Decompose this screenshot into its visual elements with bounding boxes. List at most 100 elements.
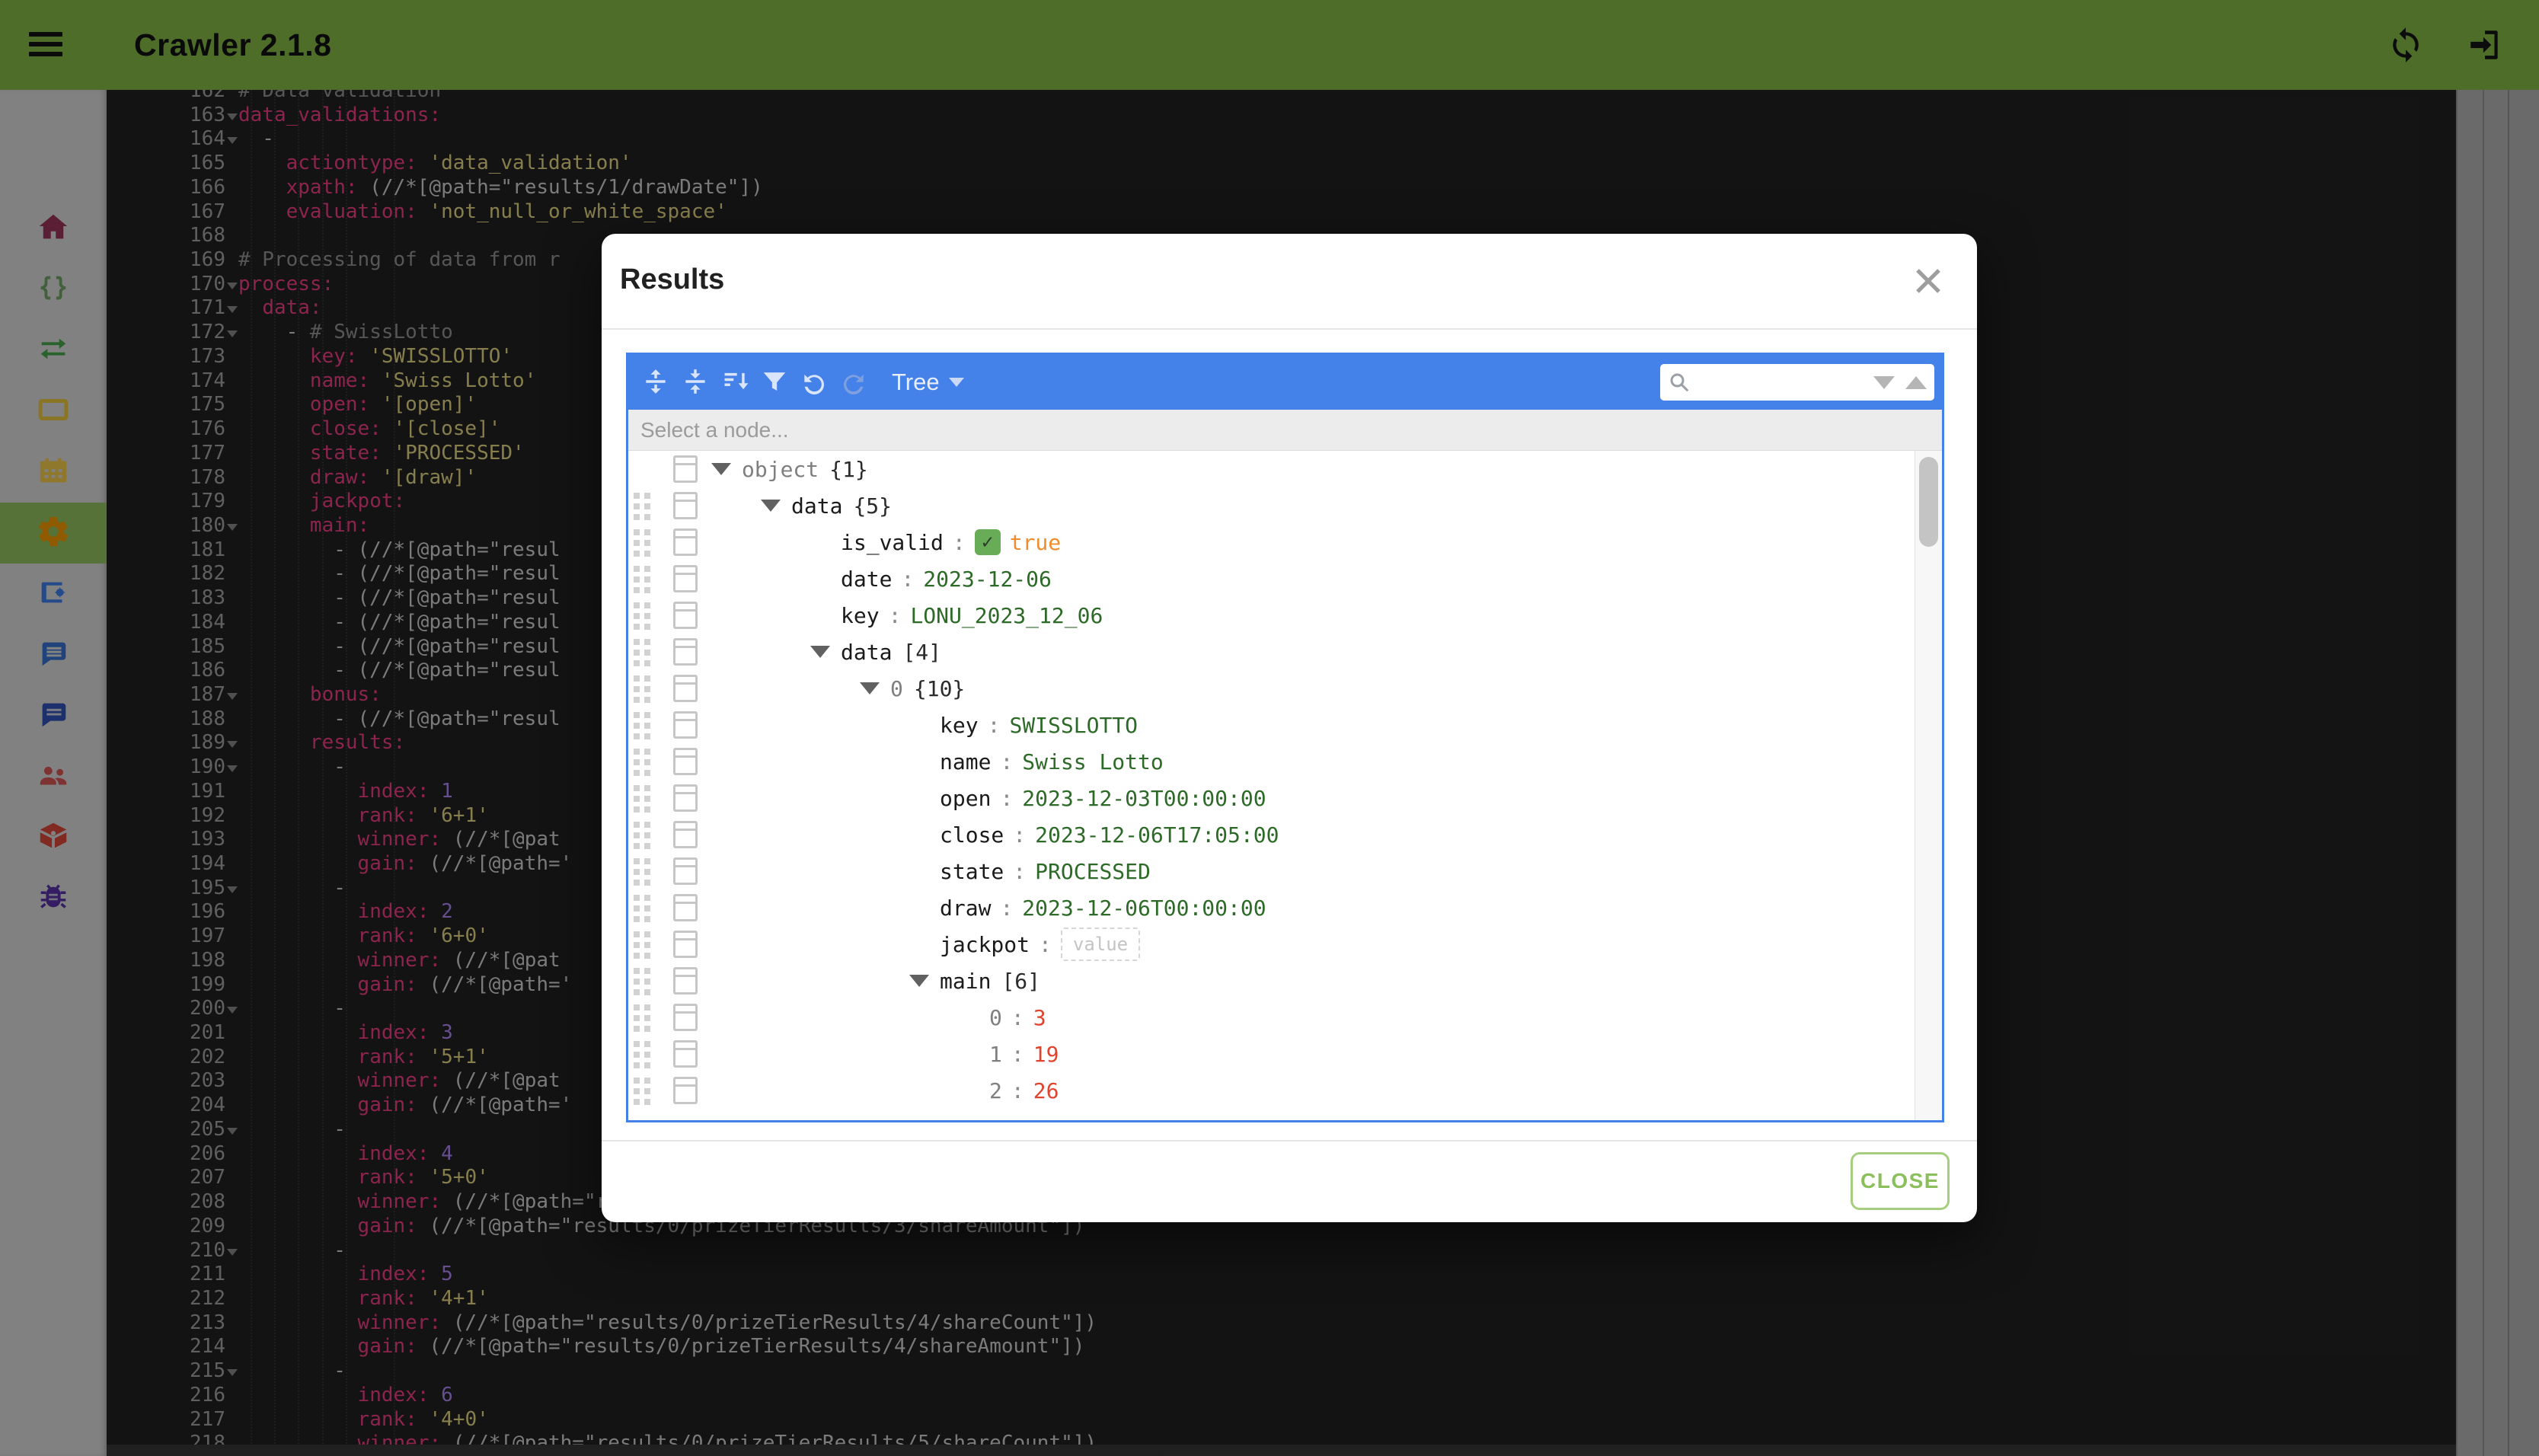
tree-value[interactable]: Swiss Lotto: [1022, 749, 1163, 774]
tree-mode-dropdown[interactable]: Tree: [892, 369, 964, 396]
tree-field[interactable]: main: [940, 969, 991, 994]
tree-scrollbar-thumb[interactable]: [1919, 457, 1938, 547]
expand-all-button[interactable]: [636, 362, 675, 402]
tree-value[interactable]: PROCESSED: [1035, 859, 1151, 884]
filter-button[interactable]: [755, 362, 794, 402]
collapse-triangle-icon[interactable]: [810, 646, 830, 658]
context-menu-icon[interactable]: [673, 967, 698, 995]
tree-field[interactable]: open: [940, 786, 991, 811]
tree-field[interactable]: 1: [989, 1042, 1002, 1067]
node-path-bar[interactable]: Select a node...: [628, 410, 1942, 451]
search-icon: [1668, 371, 1691, 394]
tree-field[interactable]: draw: [940, 896, 991, 921]
context-menu-icon[interactable]: [673, 748, 698, 775]
drag-handle-icon[interactable]: [634, 566, 640, 572]
close-button[interactable]: CLOSE: [1851, 1152, 1950, 1210]
context-menu-icon[interactable]: [673, 894, 698, 921]
drag-handle-icon[interactable]: [634, 895, 640, 901]
collapse-triangle-icon[interactable]: [711, 463, 731, 475]
boolean-checkbox-icon[interactable]: ✓: [975, 529, 1001, 555]
tree-field[interactable]: jackpot: [940, 932, 1030, 957]
context-menu-icon[interactable]: [673, 1004, 698, 1031]
context-menu-icon[interactable]: [673, 711, 698, 739]
context-menu-icon[interactable]: [673, 528, 698, 556]
tree-row: draw:2023-12-06T00:00:00: [628, 889, 1915, 926]
tree-value[interactable]: true: [1010, 530, 1061, 555]
tree-value[interactable]: 2023-12-03T00:00:00: [1022, 786, 1266, 811]
collapse-triangle-icon[interactable]: [909, 975, 929, 987]
collapse-all-button[interactable]: [675, 362, 715, 402]
context-menu-icon[interactable]: [673, 638, 698, 666]
tree-field[interactable]: 2: [989, 1078, 1002, 1103]
drag-handle-icon[interactable]: [634, 931, 640, 937]
context-menu-icon[interactable]: [673, 675, 698, 702]
search-previous-icon[interactable]: [1905, 376, 1927, 389]
drag-handle-icon[interactable]: [634, 749, 640, 755]
sort-icon: [720, 367, 749, 398]
tree-field[interactable]: object: [742, 457, 819, 482]
tree-child-count: {5}: [853, 493, 892, 519]
sort-button[interactable]: [715, 362, 755, 402]
context-menu-icon[interactable]: [673, 784, 698, 812]
tree-field[interactable]: date: [841, 567, 892, 592]
tree-separator: :: [1011, 1005, 1024, 1030]
collapse-triangle-icon[interactable]: [860, 682, 880, 694]
drag-handle-icon[interactable]: [634, 493, 640, 499]
tree-field[interactable]: close: [940, 822, 1004, 848]
context-menu-icon[interactable]: [673, 455, 698, 483]
drag-handle-icon[interactable]: [634, 639, 640, 645]
drag-handle-icon[interactable]: [634, 1078, 640, 1084]
context-menu-icon[interactable]: [673, 565, 698, 592]
context-menu-icon[interactable]: [673, 1040, 698, 1068]
search-next-icon[interactable]: [1873, 376, 1895, 389]
context-menu-icon[interactable]: [673, 857, 698, 885]
tree-separator: :: [1000, 786, 1013, 811]
tree-field[interactable]: key: [841, 603, 880, 628]
undo-button[interactable]: [794, 362, 834, 402]
drag-handle-icon[interactable]: [634, 602, 640, 608]
redo-button[interactable]: [834, 362, 873, 402]
tree-child-count: [6]: [1001, 969, 1040, 994]
search-input[interactable]: [1691, 371, 1873, 394]
drag-handle-icon[interactable]: [634, 858, 640, 864]
drag-handle-icon[interactable]: [634, 785, 640, 791]
close-icon[interactable]: [1910, 263, 1947, 299]
drag-handle-icon[interactable]: [634, 968, 640, 974]
tree-child-count: {10}: [914, 676, 965, 701]
tree-value[interactable]: 2023-12-06T00:00:00: [1022, 896, 1266, 921]
context-menu-icon[interactable]: [673, 1077, 698, 1104]
context-menu-icon[interactable]: [673, 931, 698, 958]
context-menu-icon[interactable]: [673, 821, 698, 848]
tree-value[interactable]: 2023-12-06T17:05:00: [1035, 822, 1279, 848]
drag-handle-icon[interactable]: [634, 822, 640, 828]
empty-value-placeholder[interactable]: value: [1061, 928, 1140, 961]
tree-field[interactable]: data: [791, 493, 842, 519]
collapse-all-icon: [681, 367, 710, 398]
tree-value[interactable]: 2023-12-06: [923, 567, 1052, 592]
tree-field[interactable]: key: [940, 713, 979, 738]
tree-separator: :: [889, 603, 902, 628]
tree-field[interactable]: data: [841, 640, 892, 665]
tree-field[interactable]: 0: [890, 676, 903, 701]
context-menu-icon[interactable]: [673, 602, 698, 629]
json-tree-rows: object{1}data{5}is_valid:✓truedate:2023-…: [628, 451, 1915, 1109]
context-menu-icon[interactable]: [673, 492, 698, 519]
tree-value[interactable]: SWISSLOTTO: [1009, 713, 1138, 738]
tree-value[interactable]: 26: [1033, 1078, 1059, 1103]
drag-handle-icon[interactable]: [634, 1004, 640, 1011]
drag-handle-icon[interactable]: [634, 675, 640, 682]
tree-mode-label: Tree: [892, 369, 940, 396]
drag-handle-icon[interactable]: [634, 712, 640, 718]
tree-field[interactable]: 0: [989, 1005, 1002, 1030]
tree-row: close:2023-12-06T17:05:00: [628, 816, 1915, 853]
collapse-triangle-icon[interactable]: [761, 500, 781, 512]
tree-value[interactable]: 3: [1033, 1005, 1046, 1030]
tree-value[interactable]: LONU_2023_12_06: [910, 603, 1103, 628]
tree-row: is_valid:✓true: [628, 524, 1915, 560]
tree-field[interactable]: is_valid: [841, 530, 944, 555]
tree-value[interactable]: 19: [1033, 1042, 1059, 1067]
tree-field[interactable]: state: [940, 859, 1004, 884]
drag-handle-icon[interactable]: [634, 529, 640, 535]
drag-handle-icon[interactable]: [634, 1041, 640, 1047]
tree-field[interactable]: name: [940, 749, 991, 774]
